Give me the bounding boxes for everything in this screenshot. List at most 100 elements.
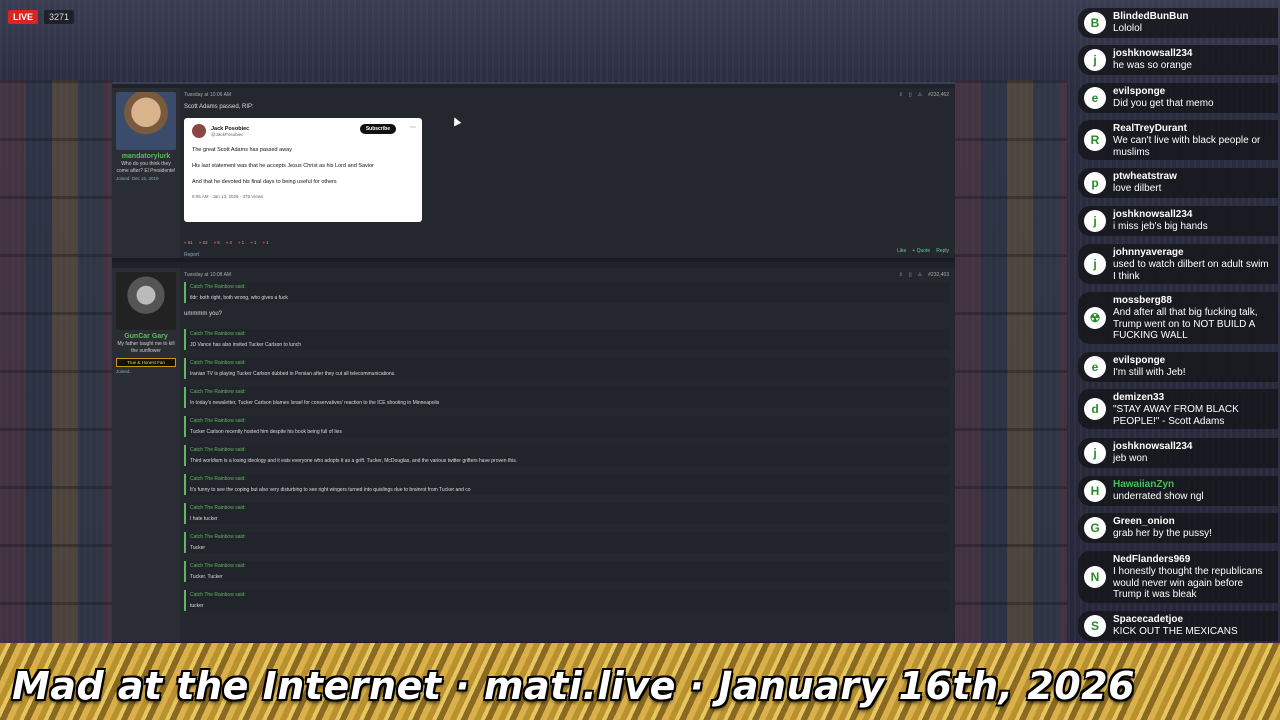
chat-username[interactable]: joshknowsall234 <box>1113 48 1272 60</box>
forum-thread[interactable]: mandatorylurk Who do you think they come… <box>112 82 955 644</box>
quote-author[interactable]: Catch The Rainbow said: <box>190 284 945 290</box>
reply-button[interactable]: Reply <box>936 248 949 254</box>
joined-info: Joined: Dec 16, 2019 <box>112 176 180 181</box>
reaction-count[interactable]: 1 <box>262 240 269 245</box>
chat-username[interactable]: Spacecadetjoe <box>1113 614 1272 626</box>
chat-username[interactable]: evilsponge <box>1113 86 1272 98</box>
quote-author[interactable]: Catch The Rainbow said: <box>190 360 945 366</box>
reaction-count[interactable]: 91 <box>184 240 193 245</box>
chat-avatar[interactable]: S <box>1084 615 1106 637</box>
quote-block: Catch The Rainbow said: Tucker Carlson re… <box>184 416 949 437</box>
tweet-author-handle[interactable]: @JackPosobiec <box>211 132 249 137</box>
chat-avatar[interactable]: j <box>1084 210 1106 232</box>
chat-username[interactable]: BlindedBunBun <box>1113 11 1272 23</box>
post-number[interactable]: #232,463 <box>928 272 949 278</box>
username[interactable]: mandatorylurk <box>112 153 180 160</box>
chat-text: KICK OUT THE MEXICANS <box>1113 626 1238 637</box>
report-link[interactable]: Report <box>184 252 949 258</box>
reaction-count[interactable]: 1 <box>250 240 257 245</box>
warning-icon[interactable]: ⚠ <box>918 92 922 98</box>
share-icon[interactable]: ⇪ <box>899 92 903 98</box>
warning-icon[interactable]: ⚠ <box>918 272 922 278</box>
post-date[interactable]: Tuesday at 10:08 AM <box>184 272 949 278</box>
quote-button[interactable]: + Quote <box>912 248 930 254</box>
chat-username[interactable]: evilsponge <box>1113 355 1272 367</box>
quote-author[interactable]: Catch The Rainbow said: <box>190 476 945 482</box>
chat-text: love dilbert <box>1113 183 1162 194</box>
chat-text: Did you get that memo <box>1113 98 1214 109</box>
quote-author[interactable]: Catch The Rainbow said: <box>190 534 945 540</box>
bookmark-icon[interactable]: ▯ <box>909 92 912 98</box>
quote-block: Catch The Rainbow said: It's funny to see… <box>184 474 949 495</box>
avatar[interactable] <box>116 92 176 150</box>
chat-username[interactable]: NedFlanders969 <box>1113 554 1272 566</box>
quote-block: Catch The Rainbow said: Tucker <box>184 532 949 553</box>
chat-avatar[interactable]: j <box>1084 253 1106 275</box>
chat-text: I'm still with Jeb! <box>1113 367 1186 378</box>
reaction-count[interactable]: 5 <box>213 240 220 245</box>
quote-author[interactable]: Catch The Rainbow said: <box>190 331 945 337</box>
reaction-bar[interactable]: 91 23 5 4 1 1 1 <box>184 240 949 245</box>
like-button[interactable]: Like <box>897 248 906 254</box>
reaction-count[interactable]: 23 <box>199 240 207 245</box>
chat-avatar[interactable]: j <box>1084 442 1106 464</box>
embedded-tweet[interactable]: Jack Posobiec @JackPosobiec Subscribe ⋯ … <box>184 118 422 222</box>
reaction-count[interactable]: 1 <box>238 240 245 245</box>
quote-author[interactable]: Catch The Rainbow said: <box>190 418 945 424</box>
chat-username[interactable]: demizen33 <box>1113 392 1272 404</box>
chat-avatar[interactable]: N <box>1084 566 1106 588</box>
user-title: My father taught me to kill the sunflowe… <box>117 341 175 354</box>
quote-author[interactable]: Catch The Rainbow said: <box>190 592 945 598</box>
chat-avatar[interactable]: G <box>1084 517 1106 539</box>
tweet-author-name[interactable]: Jack Posobiec <box>211 126 249 132</box>
forum-post: GunCar Gary My father taught me to kill … <box>112 268 955 644</box>
chat-message: e evilsponge Did you get that memo <box>1078 83 1278 113</box>
chat-username[interactable]: ptwheatstraw <box>1113 171 1272 183</box>
chat-message: B BlindedBunBun Lololol <box>1078 8 1278 38</box>
chat-username[interactable]: joshknowsall234 <box>1113 209 1272 221</box>
quote-text: I hate tucker <box>190 516 218 522</box>
chat-username[interactable]: johnnyaverage <box>1113 247 1272 259</box>
share-icon[interactable]: ⇪ <box>899 272 903 278</box>
right-collage-background <box>955 80 1067 645</box>
chat-text: he was so orange <box>1113 60 1192 71</box>
post-number[interactable]: #232,462 <box>928 92 949 98</box>
chat-avatar[interactable]: ☢ <box>1084 307 1106 329</box>
chat-username[interactable]: RealTreyDurant <box>1113 123 1272 135</box>
reply-text: ummmm you? <box>184 311 223 317</box>
quote-block: Catch The Rainbow said: tucker <box>184 590 949 611</box>
post-text: Scott Adams passed, RIP: <box>184 104 254 110</box>
quote-author[interactable]: Catch The Rainbow said: <box>190 563 945 569</box>
post-date[interactable]: Tuesday at 10:06 AM <box>184 92 949 98</box>
chat-username[interactable]: mossberg88 <box>1113 295 1272 307</box>
quote-author[interactable]: Catch The Rainbow said: <box>190 389 945 395</box>
chat-username[interactable]: HawaiianZyn <box>1113 479 1272 491</box>
quote-list: Catch The Rainbow said: JD Vance has also… <box>184 329 949 611</box>
chat-avatar[interactable]: p <box>1084 172 1106 194</box>
more-options-icon[interactable]: ⋯ <box>410 124 416 131</box>
reaction-count[interactable]: 4 <box>226 240 232 245</box>
chat-avatar[interactable]: d <box>1084 398 1106 420</box>
tweet-text-line: And that he devoted his final days to be… <box>192 179 337 185</box>
quote-block: Catch The Rainbow said: Iranian TV is pla… <box>184 358 949 379</box>
quote-author[interactable]: Catch The Rainbow said: <box>190 447 945 453</box>
chat-avatar[interactable]: e <box>1084 356 1106 378</box>
bookmark-icon[interactable]: ▯ <box>909 272 912 278</box>
quote-author[interactable]: Catch The Rainbow said: <box>190 505 945 511</box>
chat-avatar[interactable]: j <box>1084 49 1106 71</box>
chat-avatar[interactable]: e <box>1084 87 1106 109</box>
tweet-avatar[interactable] <box>192 124 206 138</box>
post-content: Tuesday at 10:08 AM ⇪ ▯ ⚠ #232,463 Catch… <box>184 272 949 611</box>
avatar[interactable] <box>116 272 176 330</box>
chat-message: j joshknowsall234 he was so orange <box>1078 45 1278 75</box>
quote-block: Catch The Rainbow said: tldr: both right… <box>184 282 949 303</box>
chat-avatar[interactable]: H <box>1084 480 1106 502</box>
subscribe-button[interactable]: Subscribe <box>359 124 396 134</box>
quote-block: Catch The Rainbow said: I hate tucker <box>184 503 949 524</box>
chat-username[interactable]: Green_onion <box>1113 516 1272 528</box>
username[interactable]: GunCar Gary <box>112 333 180 340</box>
chat-avatar[interactable]: R <box>1084 129 1106 151</box>
joined-date: Dec 16, 2019 <box>131 176 159 181</box>
chat-avatar[interactable]: B <box>1084 12 1106 34</box>
chat-username[interactable]: joshknowsall234 <box>1113 441 1272 453</box>
